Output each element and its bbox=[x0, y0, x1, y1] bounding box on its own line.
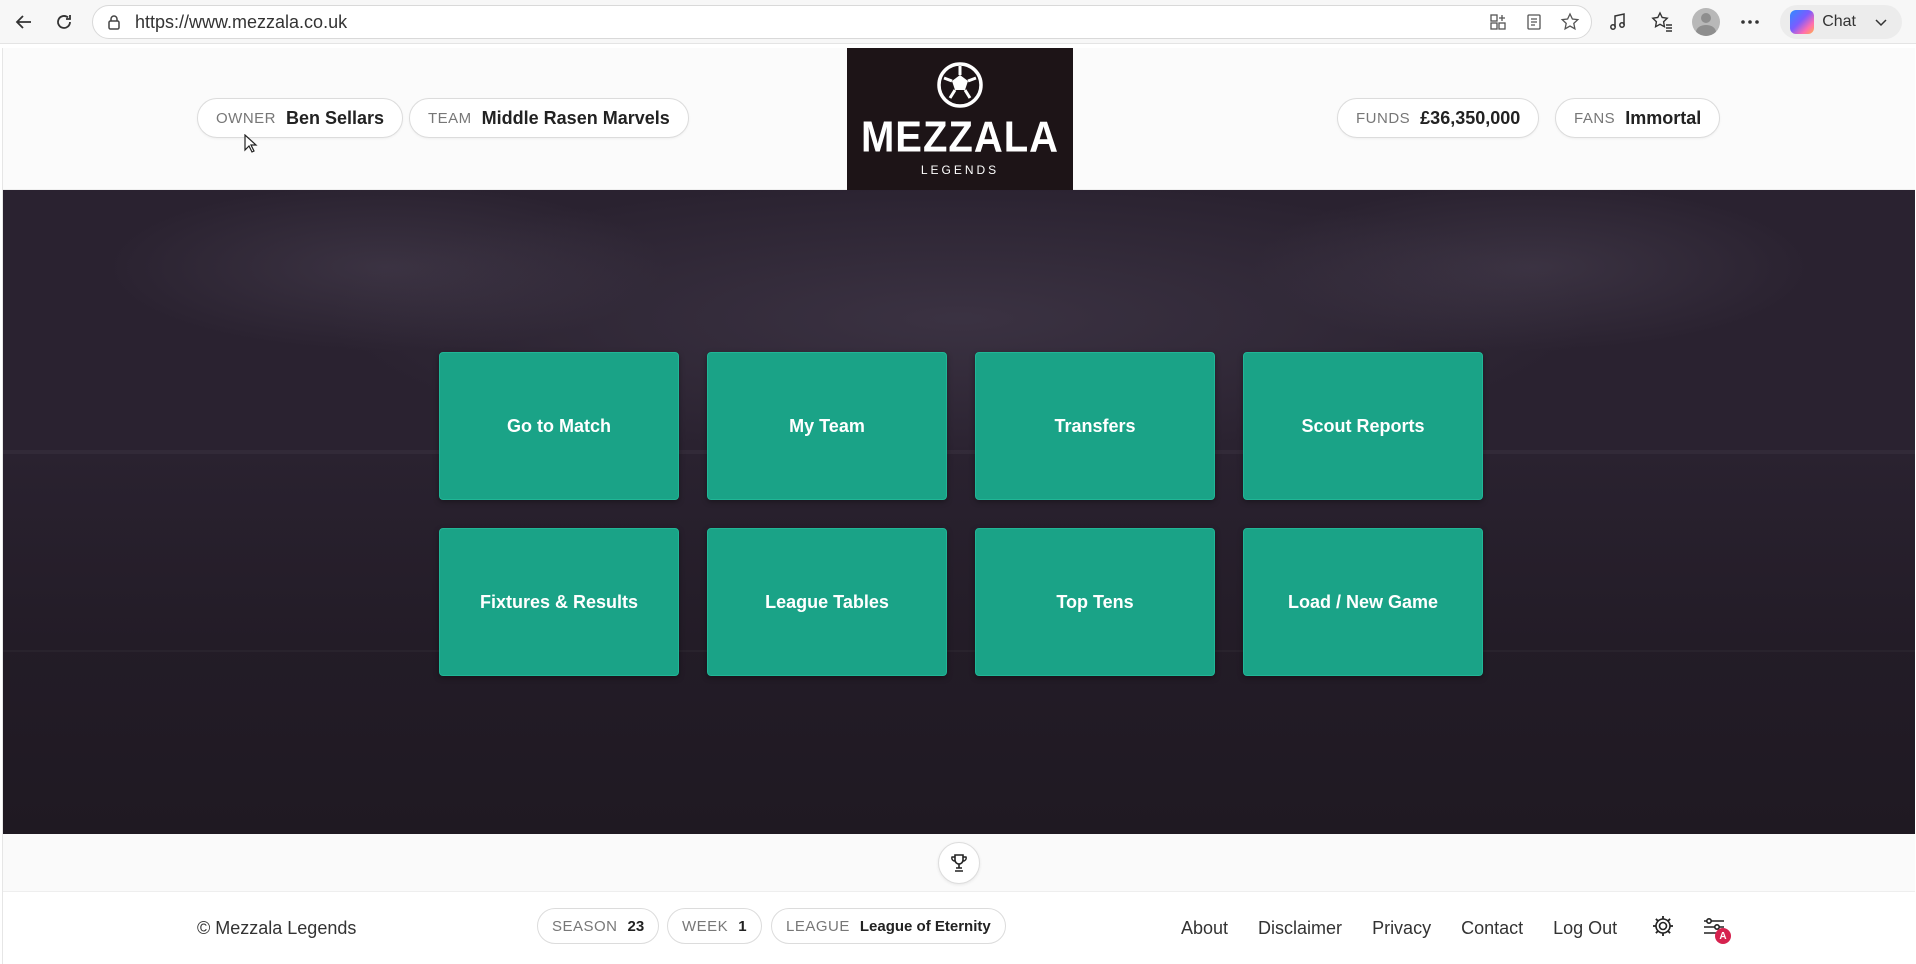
owner-pill: OWNER Ben Sellars bbox=[197, 98, 404, 138]
my-team-button[interactable]: My Team bbox=[707, 352, 947, 500]
media-control-icon[interactable] bbox=[1604, 8, 1632, 36]
url-text[interactable]: https://www.mezzala.co.uk bbox=[135, 12, 347, 33]
app-available-icon[interactable] bbox=[1487, 11, 1509, 33]
fans-label: FANS bbox=[1574, 109, 1616, 127]
copyright-text: © Mezzala Legends bbox=[197, 918, 357, 938]
mouse-cursor-icon bbox=[244, 134, 258, 153]
league-value: League of Eternity bbox=[859, 917, 991, 935]
funds-label: FUNDS bbox=[1356, 109, 1411, 127]
more-options-icon[interactable] bbox=[1736, 8, 1764, 36]
disclaimer-link[interactable]: Disclaimer bbox=[1258, 918, 1342, 939]
copilot-chat-button[interactable]: Chat bbox=[1780, 5, 1902, 39]
browser-toolbar: https://www.mezzala.co.uk Chat bbox=[0, 0, 1916, 44]
favorites-icon[interactable] bbox=[1648, 8, 1676, 36]
funds-pill: FUNDS £36,350,000 bbox=[1337, 98, 1540, 138]
funds-value: £36,350,000 bbox=[1420, 107, 1521, 128]
league-tables-button[interactable]: League Tables bbox=[707, 528, 947, 676]
team-value: Middle Rasen Marvels bbox=[481, 107, 670, 128]
go-to-match-button[interactable]: Go to Match bbox=[439, 352, 679, 500]
season-label: SEASON bbox=[552, 917, 618, 935]
team-pill: TEAM Middle Rasen Marvels bbox=[409, 98, 689, 138]
logo-wordmark: MEZZALA bbox=[860, 112, 1060, 162]
trophy-strip bbox=[3, 834, 1915, 892]
refresh-icon bbox=[57, 14, 71, 29]
team-label: TEAM bbox=[428, 109, 472, 127]
logo-subtitle: LEGENDS bbox=[920, 163, 1000, 177]
notification-badge: A bbox=[1715, 928, 1731, 944]
transfers-button[interactable]: Transfers bbox=[975, 352, 1215, 500]
address-bar[interactable]: https://www.mezzala.co.uk bbox=[92, 5, 1592, 39]
refresh-button[interactable] bbox=[48, 6, 80, 38]
scout-reports-button[interactable]: Scout Reports bbox=[1243, 352, 1483, 500]
log-out-link[interactable]: Log Out bbox=[1553, 918, 1617, 939]
load-new-game-button[interactable]: Load / New Game bbox=[1243, 528, 1483, 676]
footer: © Mezzala Legends SEASON 23 WEEK 1 LEAGU… bbox=[3, 892, 1915, 964]
chat-label: Chat bbox=[1822, 13, 1856, 30]
privacy-link[interactable]: Privacy bbox=[1372, 918, 1431, 939]
league-pill: LEAGUE League of Eternity bbox=[771, 908, 1006, 944]
page: OWNER Ben Sellars TEAM Middle Rasen Marv… bbox=[2, 48, 1915, 964]
fans-value: Immortal bbox=[1625, 107, 1702, 128]
back-button[interactable] bbox=[8, 6, 40, 38]
week-value: 1 bbox=[738, 917, 747, 935]
owner-value: Ben Sellars bbox=[286, 107, 385, 128]
profile-avatar[interactable] bbox=[1692, 8, 1721, 36]
season-value: 23 bbox=[627, 917, 645, 935]
mezzala-logo[interactable]: MEZZALA LEGENDS bbox=[847, 48, 1073, 190]
week-label: WEEK bbox=[682, 917, 729, 935]
trophy-button[interactable] bbox=[938, 842, 980, 884]
about-link[interactable]: About bbox=[1181, 918, 1228, 939]
fans-pill: FANS Immortal bbox=[1555, 98, 1721, 138]
fixtures-results-button[interactable]: Fixtures & Results bbox=[439, 528, 679, 676]
week-pill: WEEK 1 bbox=[667, 908, 762, 944]
league-label: LEAGUE bbox=[786, 917, 850, 935]
season-pill: SEASON 23 bbox=[537, 908, 660, 944]
header: OWNER Ben Sellars TEAM Middle Rasen Marv… bbox=[3, 48, 1915, 190]
stadium-background: Go to Match My Team Transfers Scout Repo… bbox=[3, 190, 1915, 834]
reading-view-icon[interactable] bbox=[1523, 11, 1545, 33]
top-tens-button[interactable]: Top Tens bbox=[975, 528, 1215, 676]
trophy-icon bbox=[951, 854, 967, 872]
lock-icon bbox=[105, 13, 123, 31]
contact-link[interactable]: Contact bbox=[1461, 918, 1523, 939]
copilot-icon bbox=[1790, 10, 1815, 34]
back-arrow-icon bbox=[15, 14, 31, 29]
favorite-star-icon[interactable] bbox=[1559, 11, 1581, 33]
gear-icon[interactable] bbox=[1651, 914, 1675, 938]
chevron-down-icon bbox=[1875, 19, 1887, 27]
football-icon bbox=[937, 62, 983, 108]
owner-label: OWNER bbox=[216, 109, 276, 127]
footer-links: About Disclaimer Privacy Contact Log Out bbox=[1181, 918, 1617, 939]
